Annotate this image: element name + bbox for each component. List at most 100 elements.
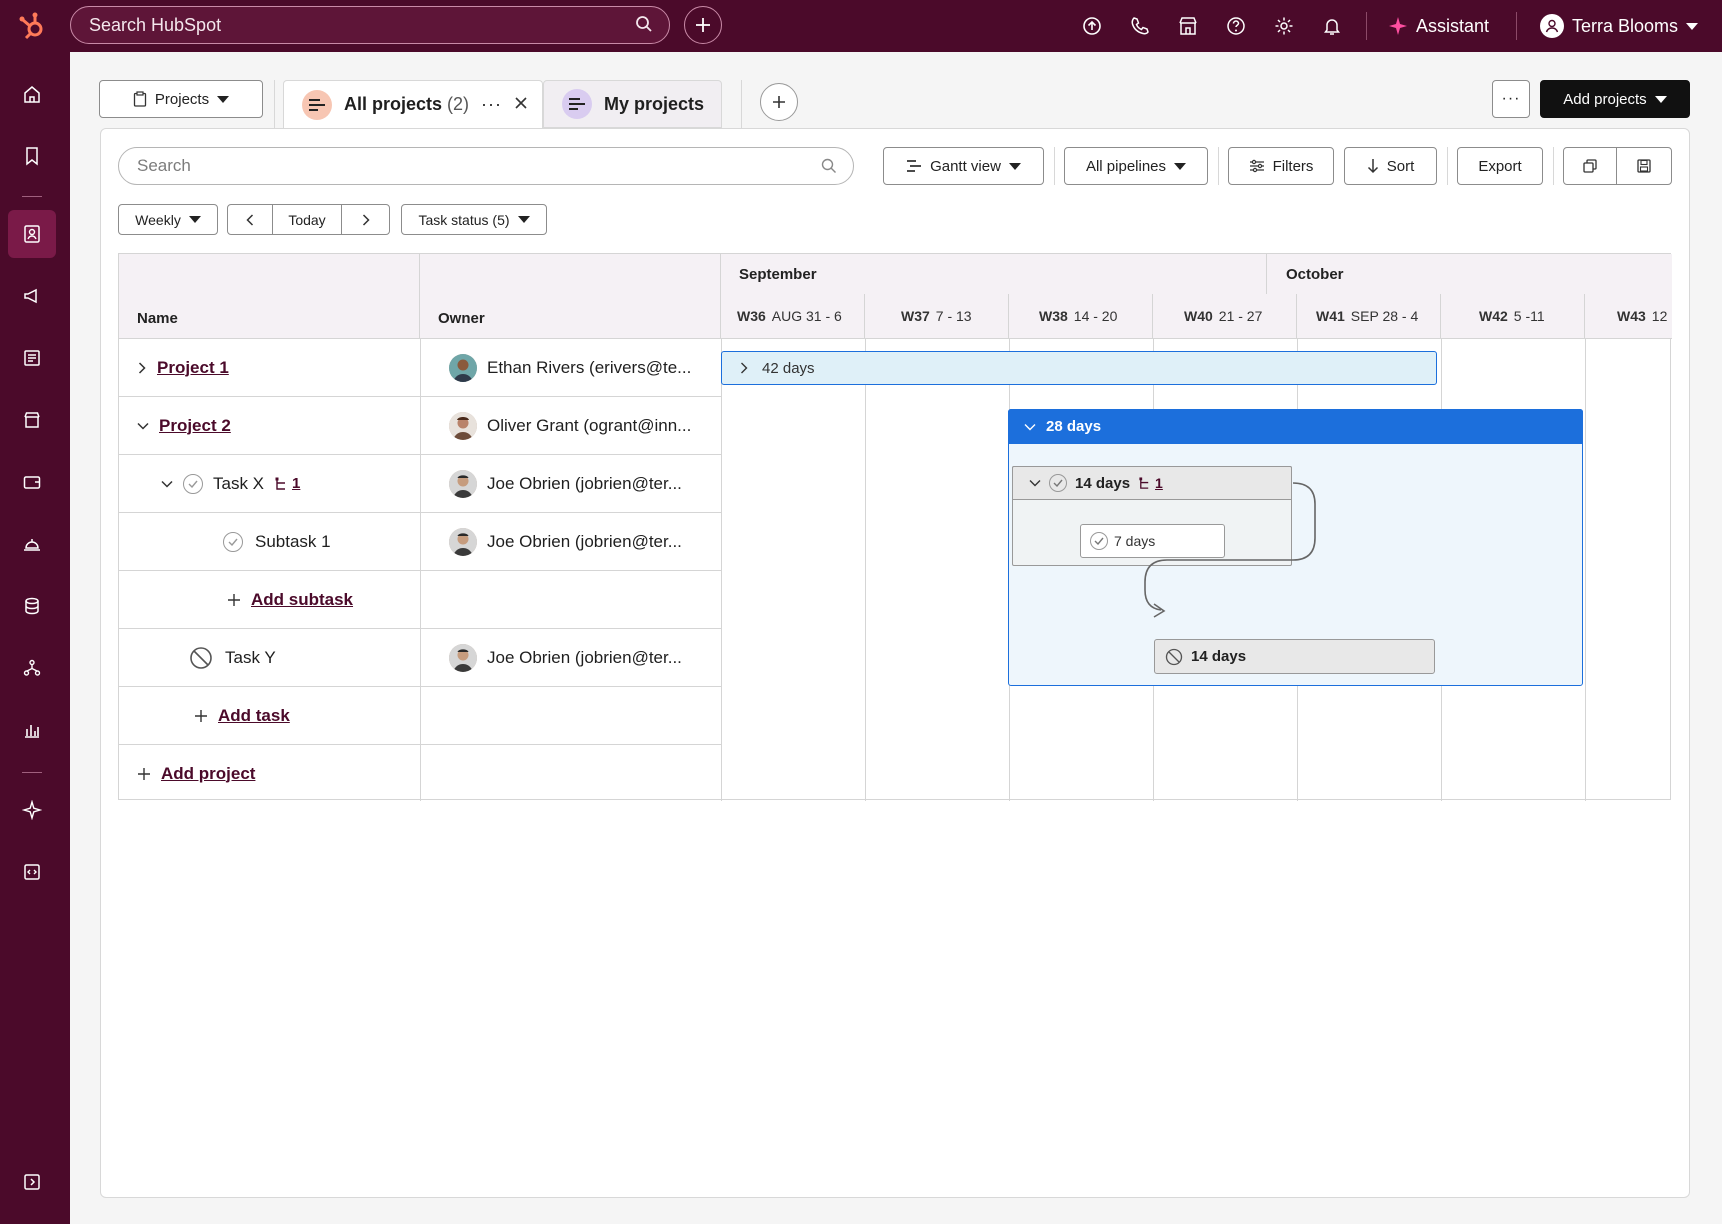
next-period-button[interactable] xyxy=(341,204,390,235)
save-icon xyxy=(1637,159,1651,173)
project-1-link[interactable]: Project 1 xyxy=(157,358,229,378)
chevron-right-icon[interactable] xyxy=(137,361,147,374)
expand-sidebar-icon[interactable] xyxy=(8,1158,56,1206)
upgrade-icon[interactable] xyxy=(1080,14,1104,38)
search-icon xyxy=(821,158,837,179)
week-code: W43 xyxy=(1617,308,1646,324)
task-name[interactable]: Task X xyxy=(213,474,264,494)
project-1-bar[interactable]: 42 days xyxy=(721,351,1437,385)
wallet-icon[interactable] xyxy=(8,458,56,506)
task-complete-checkbox[interactable] xyxy=(1049,474,1067,492)
phone-icon[interactable] xyxy=(1128,14,1152,38)
column-header-owner-label: Owner xyxy=(438,310,485,327)
notifications-bell-icon[interactable] xyxy=(1320,14,1344,38)
chevron-down-icon[interactable] xyxy=(161,479,173,489)
task-status-select[interactable]: Task status (5) xyxy=(401,204,547,235)
task-complete-checkbox[interactable] xyxy=(223,531,243,552)
content-icon[interactable] xyxy=(8,334,56,382)
today-button[interactable]: Today xyxy=(272,204,342,235)
hubspot-logo-icon[interactable] xyxy=(12,8,52,44)
clipboard-icon xyxy=(133,91,147,107)
copy-icon xyxy=(1583,159,1597,173)
subtask-name[interactable]: Subtask 1 xyxy=(255,532,331,552)
tab-more-icon[interactable]: ··· xyxy=(481,94,502,115)
duplicate-view-button[interactable] xyxy=(1563,147,1617,185)
left-sidebar xyxy=(0,52,70,1224)
plus-icon xyxy=(696,18,710,32)
contacts-icon[interactable] xyxy=(8,210,56,258)
task-complete-checkbox[interactable] xyxy=(183,473,203,494)
divider xyxy=(1516,12,1517,40)
help-icon[interactable] xyxy=(1224,14,1248,38)
view-select[interactable]: Gantt view xyxy=(883,147,1044,185)
commerce-store-icon[interactable] xyxy=(8,396,56,444)
database-icon[interactable] xyxy=(8,582,56,630)
week-header: W38 14 - 20 xyxy=(1009,294,1153,338)
add-task-link[interactable]: Add task xyxy=(218,706,290,726)
owner-name: Ethan Rivers (erivers@te... xyxy=(487,357,692,377)
add-projects-button[interactable]: Add projects xyxy=(1540,80,1690,118)
breeze-sparkle-icon[interactable] xyxy=(8,786,56,834)
table-row[interactable]: Task X 1 Joe Obrien (jobrien@ter... xyxy=(119,455,721,513)
project-2-bar[interactable]: 28 days xyxy=(1008,409,1583,444)
settings-gear-icon[interactable] xyxy=(1272,14,1296,38)
marketplace-icon[interactable] xyxy=(1176,14,1200,38)
table-row[interactable]: Project 1 Ethan Rivers (erivers@te... xyxy=(119,339,721,397)
global-search-placeholder: Search HubSpot xyxy=(89,14,222,35)
service-bell-icon[interactable] xyxy=(8,520,56,568)
table-row[interactable]: Add subtask xyxy=(119,571,721,629)
week-code: W38 xyxy=(1039,308,1068,324)
account-menu[interactable]: Terra Blooms xyxy=(1540,12,1699,40)
period-select[interactable]: Weekly xyxy=(118,204,218,235)
month-label: September xyxy=(739,266,817,283)
previous-period-button[interactable] xyxy=(227,204,273,235)
filters-button[interactable]: Filters xyxy=(1228,147,1334,185)
owner-name: Joe Obrien (jobrien@ter... xyxy=(487,647,682,667)
add-project-link[interactable]: Add project xyxy=(161,764,255,784)
subtask-count[interactable]: 1 xyxy=(292,475,300,492)
chevron-down-icon[interactable] xyxy=(1029,479,1041,487)
table-row[interactable]: Add task xyxy=(119,687,721,745)
avatar xyxy=(449,643,477,672)
object-type-select[interactable]: Projects xyxy=(99,80,263,118)
reporting-chart-icon[interactable] xyxy=(8,706,56,754)
table-row[interactable]: Task Y Joe Obrien (jobrien@ter... xyxy=(119,629,721,687)
tab-all-projects[interactable]: All projects (2) ··· xyxy=(283,80,543,128)
task-name[interactable]: Task Y xyxy=(225,648,276,668)
chevron-right-icon[interactable] xyxy=(740,362,748,374)
pipelines-select[interactable]: All pipelines xyxy=(1064,147,1208,185)
plus-icon xyxy=(228,593,240,606)
tab-my-projects[interactable]: My projects xyxy=(543,80,722,128)
table-row[interactable]: Subtask 1 Joe Obrien (jobrien@ter... xyxy=(119,513,721,571)
automation-icon[interactable] xyxy=(8,644,56,692)
marketing-megaphone-icon[interactable] xyxy=(8,272,56,320)
chevron-down-icon xyxy=(1174,162,1187,170)
close-icon[interactable] xyxy=(514,94,528,115)
save-view-button[interactable] xyxy=(1616,147,1672,185)
chevron-down-icon[interactable] xyxy=(1024,423,1036,431)
chevron-down-icon[interactable] xyxy=(137,421,149,431)
week-range: 7 - 13 xyxy=(935,308,972,324)
task-complete-checkbox[interactable] xyxy=(1090,532,1108,550)
assistant-button[interactable]: Assistant xyxy=(1388,12,1489,40)
blocked-status-icon[interactable] xyxy=(189,646,213,670)
add-view-button[interactable] xyxy=(760,83,798,121)
developer-code-icon[interactable] xyxy=(8,848,56,896)
column-header-name-label: Name xyxy=(137,310,178,327)
project-2-link[interactable]: Project 2 xyxy=(159,416,231,436)
add-subtask-link[interactable]: Add subtask xyxy=(251,590,353,610)
add-projects-label: Add projects xyxy=(1563,90,1647,108)
more-actions-button[interactable]: ··· xyxy=(1492,80,1530,118)
bookmark-icon[interactable] xyxy=(8,132,56,180)
table-row[interactable]: Project 2 Oliver Grant (ogrant@inn... xyxy=(119,397,721,455)
task-y-bar[interactable]: 14 days xyxy=(1154,639,1435,674)
table-row[interactable]: Add project xyxy=(119,745,721,803)
global-search-input[interactable]: Search HubSpot xyxy=(70,6,670,44)
column-header-name[interactable]: Name xyxy=(119,254,420,339)
search-input[interactable]: Search xyxy=(118,147,854,185)
column-header-owner[interactable]: Owner xyxy=(420,254,721,339)
export-button[interactable]: Export xyxy=(1457,147,1543,185)
home-icon[interactable] xyxy=(8,70,56,118)
create-new-button[interactable] xyxy=(684,6,722,44)
sort-button[interactable]: Sort xyxy=(1344,147,1437,185)
